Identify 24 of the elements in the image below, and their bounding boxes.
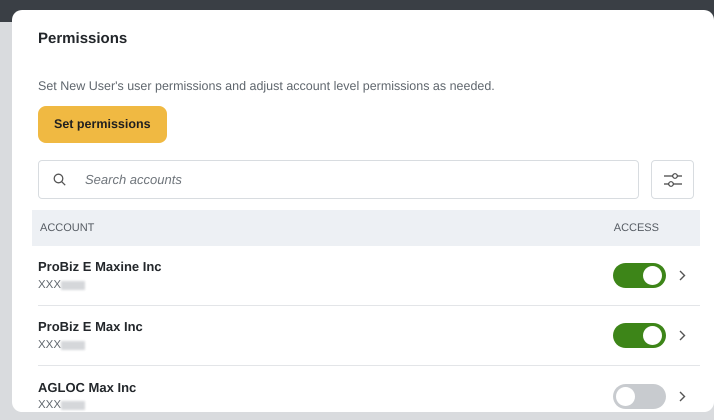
search-field[interactable]: Search accounts bbox=[38, 160, 639, 199]
column-header: ACCESS bbox=[614, 220, 659, 236]
access-toggle[interactable] bbox=[613, 263, 666, 288]
redaction-mark bbox=[61, 280, 86, 290]
account-name: AGLOC Max Inc bbox=[38, 378, 136, 397]
access-toggle[interactable] bbox=[613, 323, 666, 348]
account-number: XXX bbox=[38, 398, 62, 414]
chevron-right-icon[interactable] bbox=[679, 270, 686, 281]
access-toggle[interactable] bbox=[613, 384, 666, 408]
redaction-mark bbox=[61, 401, 86, 410]
search-icon bbox=[53, 173, 66, 186]
account-number: XXX bbox=[38, 338, 62, 353]
redaction-mark bbox=[61, 340, 86, 350]
set-permissions-button[interactable]: Set permissions bbox=[38, 106, 167, 143]
account-number: XXX bbox=[38, 278, 62, 293]
account-name: ProBiz E Maxine Inc bbox=[38, 258, 162, 276]
sliders-icon bbox=[662, 172, 682, 188]
panel-description: Set New User's user permissions and adjust account level permissions as needed. bbox=[38, 78, 496, 95]
filter-button[interactable] bbox=[651, 160, 694, 199]
panel-title: Permissions bbox=[38, 29, 128, 49]
account-name: ProBiz E Max Inc bbox=[38, 318, 143, 336]
chevron-right-icon[interactable] bbox=[679, 390, 686, 402]
chevron-right-icon[interactable] bbox=[679, 330, 686, 341]
column-header: ACCOUNT bbox=[40, 220, 94, 236]
